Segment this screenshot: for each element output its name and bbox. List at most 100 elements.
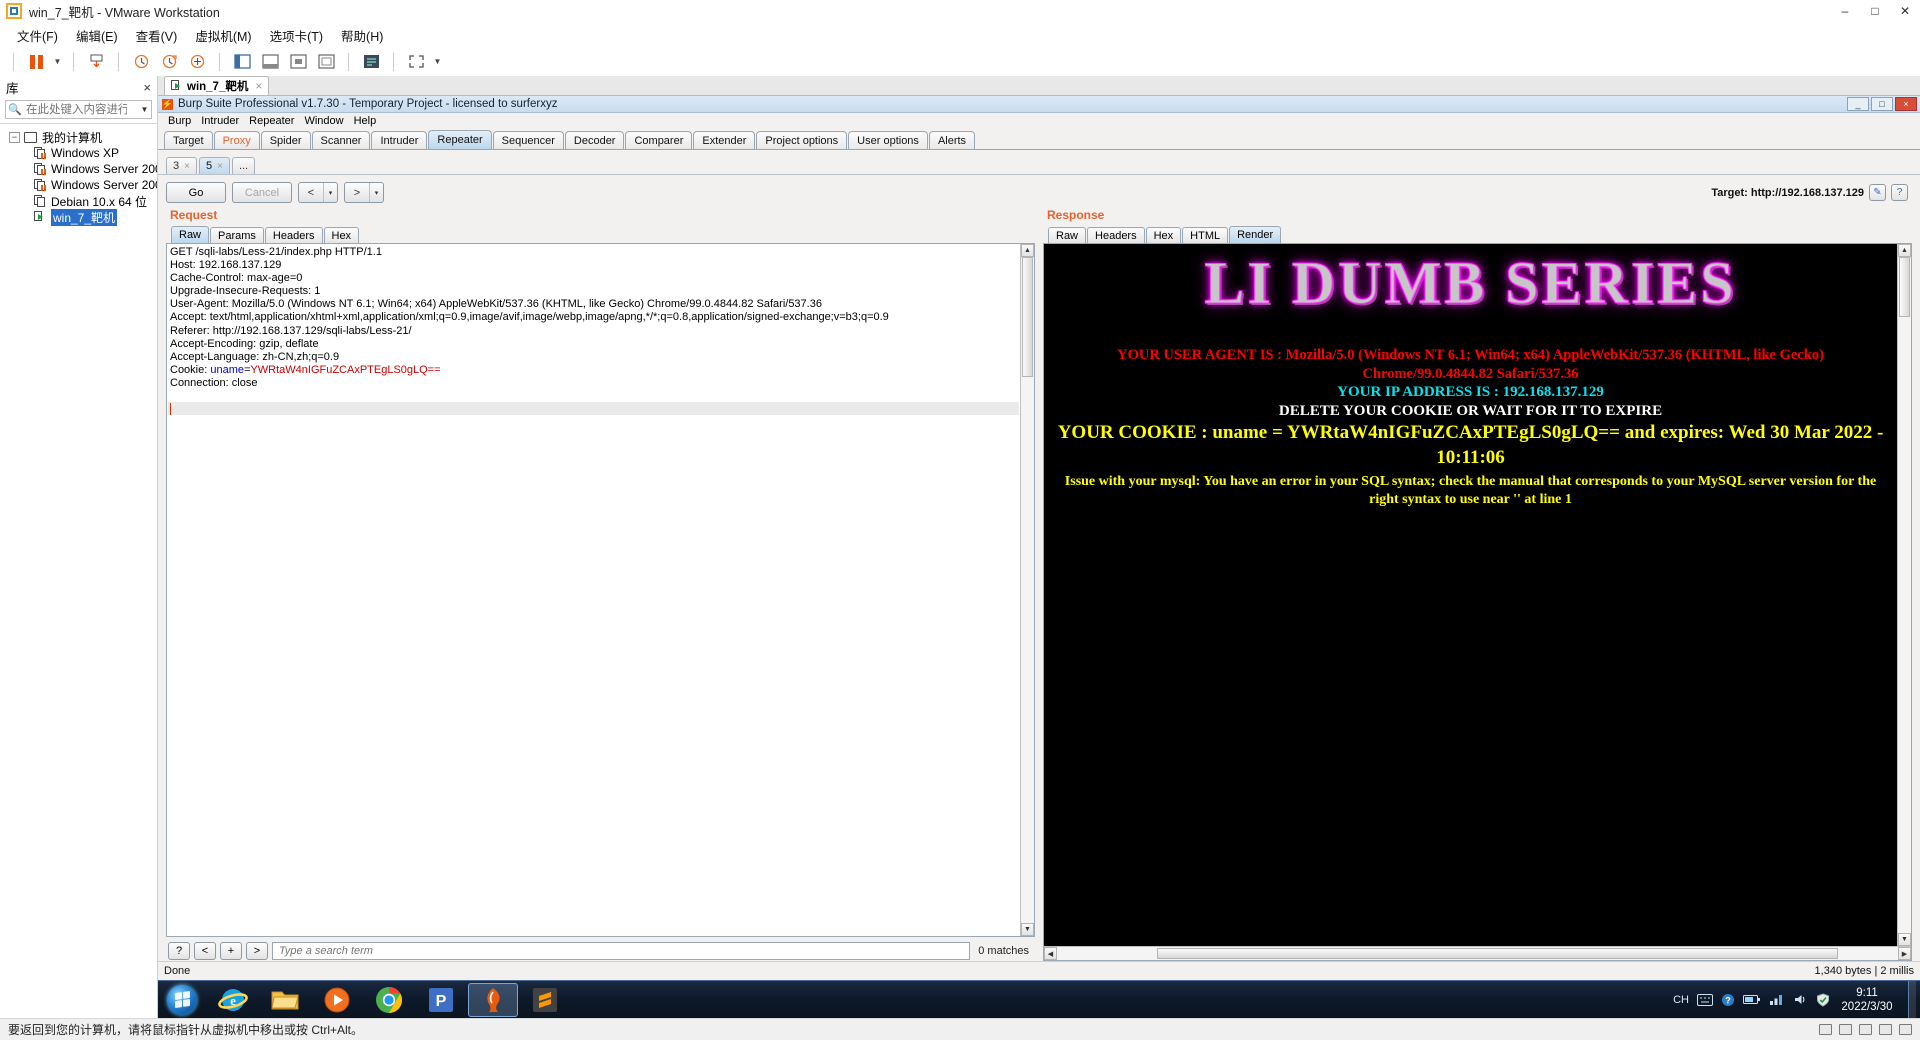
library-search-box[interactable]: 🔍 ▼ <box>5 100 152 119</box>
keyboard-icon[interactable] <box>1697 993 1713 1006</box>
pencil-icon[interactable]: ✎ <box>1869 184 1886 201</box>
response-tab-hex[interactable]: Hex <box>1145 227 1182 243</box>
tab-repeater[interactable]: Repeater <box>428 130 492 149</box>
guest-tab-win7[interactable]: win_7_靶机 × <box>164 76 270 95</box>
tab-proxy[interactable]: Proxy <box>213 131 260 149</box>
vm-item-windows-server-2008[interactable]: Windows Server 2008 <box>0 177 157 193</box>
request-tab-raw[interactable]: Raw <box>171 226 210 243</box>
scroll-track[interactable] <box>1898 257 1911 933</box>
tab-project-options[interactable]: Project options <box>756 131 848 149</box>
chevron-down-icon-back[interactable]: ▾ <box>323 183 337 202</box>
close-icon[interactable]: × <box>184 161 190 172</box>
library-close-icon[interactable]: × <box>143 80 151 95</box>
vm-item-win7-target[interactable]: win_7_靶机 <box>0 208 157 226</box>
tab-spider[interactable]: Spider <box>260 131 311 149</box>
hard-disk-icon[interactable] <box>1819 1024 1832 1035</box>
repeater-tab-5[interactable]: 5 × <box>198 157 230 174</box>
burp-minimize-button[interactable]: _ <box>1847 97 1869 111</box>
media-player-icon[interactable] <box>312 983 362 1017</box>
close-icon[interactable]: × <box>217 161 223 172</box>
burp-menu-intruder[interactable]: Intruder <box>197 114 243 128</box>
find-prev-button[interactable]: < <box>194 941 216 960</box>
burp-suite-icon[interactable] <box>468 982 518 1017</box>
menu-edit[interactable]: 编辑(E) <box>67 23 127 48</box>
manage-snapshots-icon[interactable] <box>184 50 210 74</box>
find-input-wrap[interactable] <box>272 941 971 960</box>
burp-menu-burp[interactable]: Burp <box>164 114 195 128</box>
chevron-down-icon-search[interactable]: ▼ <box>138 105 151 114</box>
menu-help[interactable]: 帮助(H) <box>332 23 392 48</box>
search-input[interactable] <box>277 943 966 958</box>
request-raw-text[interactable]: GET /sqli-labs/Less-21/index.php HTTP/1.… <box>167 244 1020 390</box>
full-screen-icon[interactable] <box>313 50 339 74</box>
vm-item-windows-server-2003[interactable]: Windows Server 2003 <box>0 161 157 177</box>
response-tab-headers[interactable]: Headers <box>1087 227 1145 243</box>
sublime-text-icon[interactable] <box>520 983 570 1017</box>
request-tab-headers[interactable]: Headers <box>264 227 323 243</box>
minimize-button[interactable]: – <box>1830 0 1860 23</box>
request-tab-params[interactable]: Params <box>210 227 264 243</box>
burp-menu-repeater[interactable]: Repeater <box>245 114 298 128</box>
find-next-button[interactable]: > <box>246 941 268 960</box>
scroll-thumb-h[interactable] <box>1157 948 1838 959</box>
clock[interactable]: 9:11 2022/3/30 <box>1838 986 1900 1014</box>
burp-menu-help[interactable]: Help <box>350 114 381 128</box>
start-orb-icon[interactable] <box>158 982 206 1018</box>
response-vertical-scrollbar[interactable]: ▲ ▼ <box>1897 244 1911 946</box>
scroll-down-arrow[interactable]: ▼ <box>1898 933 1911 946</box>
menu-vm[interactable]: 虚拟机(M) <box>186 23 260 48</box>
tab-intruder[interactable]: Intruder <box>371 131 428 149</box>
show-desktop-button[interactable] <box>1908 980 1916 1018</box>
tab-extender[interactable]: Extender <box>693 131 756 149</box>
revert-snapshot-icon[interactable] <box>128 50 154 74</box>
scroll-thumb[interactable] <box>1899 257 1910 317</box>
scroll-thumb[interactable] <box>1022 257 1033 377</box>
vm-item-debian[interactable]: Debian 10.x 64 位 <box>0 193 157 209</box>
tab-comparer[interactable]: Comparer <box>625 131 693 149</box>
back-button-group[interactable]: < ▾ <box>298 182 338 203</box>
volume-icon[interactable] <box>1793 993 1808 1006</box>
tab-scanner[interactable]: Scanner <box>311 131 371 149</box>
snapshot-manager-icon[interactable] <box>83 50 109 74</box>
take-snapshot-icon[interactable] <box>156 50 182 74</box>
printer-icon[interactable] <box>1899 1024 1912 1035</box>
menu-file[interactable]: 文件(F) <box>8 23 67 48</box>
tab-alerts[interactable]: Alerts <box>928 131 976 149</box>
menu-tabs[interactable]: 选项卡(T) <box>261 23 332 48</box>
request-editor[interactable]: GET /sqli-labs/Less-21/index.php HTTP/1.… <box>166 244 1035 937</box>
sound-card-icon[interactable] <box>1879 1024 1892 1035</box>
find-help-button[interactable]: ? <box>168 941 190 960</box>
network-adapter-icon[interactable] <box>1839 1024 1852 1035</box>
pause-icon[interactable] <box>23 50 49 74</box>
google-chrome-icon[interactable] <box>364 983 414 1017</box>
phpstudy-icon[interactable]: P <box>416 983 466 1017</box>
scroll-track[interactable] <box>1021 257 1034 923</box>
ime-indicator[interactable]: CH <box>1673 994 1689 1006</box>
response-tab-html[interactable]: HTML <box>1182 227 1229 243</box>
help-icon[interactable]: ? <box>1891 184 1908 201</box>
console-view-icon[interactable] <box>285 50 311 74</box>
tree-root-my-computer[interactable]: − 我的计算机 <box>0 129 157 145</box>
scroll-left-arrow[interactable]: ◀ <box>1044 947 1057 960</box>
show-library-icon[interactable] <box>229 50 255 74</box>
request-vertical-scrollbar[interactable]: ▲ ▼ <box>1020 244 1034 936</box>
library-search-input[interactable] <box>24 102 129 117</box>
maximize-button[interactable]: □ <box>1860 0 1890 23</box>
security-icon[interactable] <box>1816 992 1830 1007</box>
forward-button[interactable]: > <box>345 183 369 202</box>
repeater-tab-new[interactable]: ... <box>231 157 256 174</box>
forward-button-group[interactable]: > ▾ <box>344 182 384 203</box>
tab-decoder[interactable]: Decoder <box>564 131 625 149</box>
chevron-down-icon[interactable]: ▼ <box>51 50 64 74</box>
back-button[interactable]: < <box>299 183 323 202</box>
tab-sequencer[interactable]: Sequencer <box>492 131 564 149</box>
chevron-down-icon-2[interactable]: ▼ <box>431 50 444 74</box>
response-tab-render[interactable]: Render <box>1229 226 1282 243</box>
burp-menu-window[interactable]: Window <box>300 114 347 128</box>
scroll-right-arrow[interactable]: ▶ <box>1898 947 1911 960</box>
burp-maximize-button[interactable]: □ <box>1871 97 1893 111</box>
scroll-up-arrow[interactable]: ▲ <box>1021 244 1034 257</box>
response-horizontal-scrollbar[interactable]: ◀ ▶ <box>1044 946 1911 960</box>
scroll-up-arrow[interactable]: ▲ <box>1898 244 1911 257</box>
scroll-track-h[interactable] <box>1057 947 1898 960</box>
